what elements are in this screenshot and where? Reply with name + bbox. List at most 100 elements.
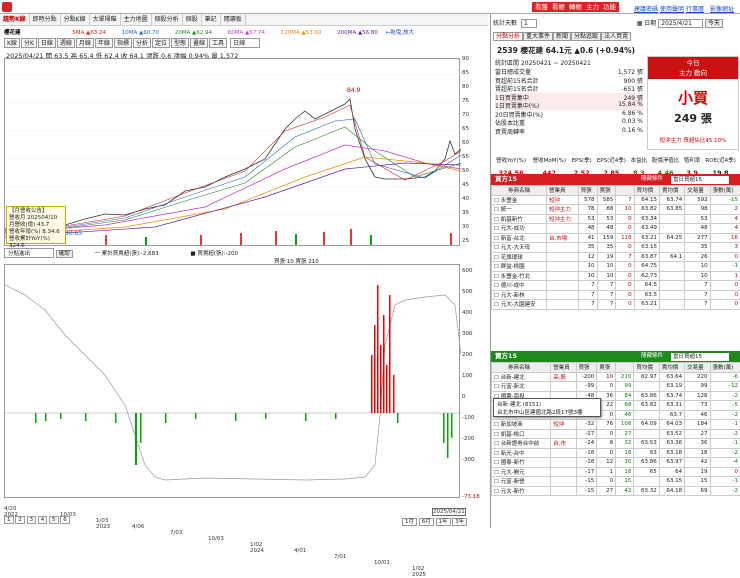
- tool-mk[interactable]: 分K: [21, 38, 37, 48]
- menu-item-notes[interactable]: 筆記: [202, 14, 221, 26]
- table-row[interactable]: ☐ 凱基-桃口-2702763.5227-2: [492, 429, 740, 439]
- tool-analysis[interactable]: 分析: [133, 38, 151, 48]
- table-row[interactable]: ☐ 凱基新竹短沖主力5353063.34534: [492, 214, 740, 224]
- row-checkbox[interactable]: ☐: [494, 470, 501, 476]
- table-row[interactable]: ☐ 元大-成功4848063.49484: [492, 224, 740, 234]
- col-volume[interactable]: 交易量: [685, 363, 710, 373]
- days-select[interactable]: 1: [521, 19, 537, 28]
- menu-item-branch[interactable]: 即時分點: [30, 14, 61, 26]
- col-agent[interactable]: 營業員: [551, 363, 576, 373]
- table-row[interactable]: ☐ 統一短沖主力78881063.8263.85982: [492, 205, 740, 215]
- row-checkbox[interactable]: ☐: [494, 479, 501, 485]
- tab-branch-analysis[interactable]: 分點分析: [493, 32, 523, 41]
- link-calendar[interactable]: 行事曆: [686, 4, 704, 13]
- tab-branch-track[interactable]: 分點追蹤: [571, 32, 601, 41]
- table-row[interactable]: ☐ 永豐金短沖578585764.1563.74592-15: [492, 195, 740, 205]
- menu-item-map[interactable]: 主力地圖: [121, 14, 152, 26]
- row-checkbox[interactable]: ☐: [494, 217, 501, 223]
- sub-selector[interactable]: 分點進出: [4, 248, 54, 258]
- table-row[interactable]: ☐ 群益-桃園1010064.7510-1: [492, 262, 740, 272]
- table-row[interactable]: ☐ 元大-開元-171186564190: [492, 467, 740, 477]
- row-checkbox[interactable]: ☐: [494, 245, 501, 251]
- col-sellavg[interactable]: 賣均價: [659, 363, 684, 373]
- menu-item-reading[interactable]: 閱讀板: [221, 14, 246, 26]
- col-buy[interactable]: 買張: [578, 186, 597, 196]
- col-agent[interactable]: 營業員: [546, 186, 578, 196]
- link-statement[interactable]: 使用聲明: [660, 4, 684, 13]
- col-broker[interactable]: 券商名稱: [492, 363, 551, 373]
- price-chart[interactable]: 84.9 30.65: [4, 58, 460, 246]
- row-checkbox[interactable]: ☐: [494, 255, 501, 261]
- row-checkbox[interactable]: ☐: [494, 441, 501, 447]
- col-volume[interactable]: 交易量: [685, 186, 710, 196]
- row-checkbox[interactable]: ☐: [494, 274, 501, 280]
- table-row[interactable]: ☐ 元大-大天母3535063.15353: [492, 243, 740, 253]
- table-row[interactable]: ☐ 花旗環球1219763.8764.1260: [492, 252, 740, 262]
- row-checkbox[interactable]: ☐: [494, 207, 501, 213]
- row-checkbox[interactable]: ☐: [494, 236, 501, 242]
- page-5[interactable]: 5: [49, 516, 59, 524]
- branch-chart[interactable]: [4, 264, 460, 498]
- range-1m[interactable]: 1月: [402, 518, 417, 526]
- tool-draw[interactable]: 畫線: [190, 38, 208, 48]
- row-checkbox[interactable]: ☐: [494, 375, 501, 381]
- tool-month[interactable]: 月線: [76, 38, 94, 48]
- col-buyavg[interactable]: 買均價: [634, 186, 659, 196]
- table-row[interactable]: ☐ 台新-建北高,股-2001021062.9763.64220-6: [492, 372, 740, 382]
- col-sell[interactable]: 賣張: [597, 363, 616, 373]
- menu-item-analysis[interactable]: 個股分析: [152, 14, 183, 26]
- row-checkbox[interactable]: ☐: [494, 432, 501, 438]
- tool-locate[interactable]: 定位: [152, 38, 170, 48]
- table-row[interactable]: ☐ 元大-新林77063.570: [492, 290, 740, 300]
- buy-filter-select[interactable]: 當日買超15: [671, 176, 729, 184]
- tool-indicator[interactable]: 指標: [114, 38, 132, 48]
- table-row[interactable]: ☐ 永豐金-竹北1010062.73101: [492, 271, 740, 281]
- tab-news[interactable]: 新聞: [553, 32, 571, 41]
- col-net[interactable]: [616, 363, 634, 373]
- row-checkbox[interactable]: ☐: [494, 422, 501, 428]
- table-row[interactable]: ☐ 元富-新營-1501563.1515-1: [492, 477, 740, 487]
- table-row[interactable]: ☐ 元大-大園建安77063.2170: [492, 300, 740, 310]
- menu-item-bigorder[interactable]: 大單掃瞄: [90, 14, 121, 26]
- confirm-button[interactable]: 確認: [56, 250, 73, 258]
- calendar-icon[interactable]: ▦: [637, 20, 643, 27]
- row-checkbox[interactable]: ☐: [494, 226, 501, 232]
- page-2[interactable]: 2: [15, 516, 25, 524]
- row-checkbox[interactable]: ☐: [494, 198, 501, 204]
- table-row[interactable]: ☐ 元富-新北-9909963.1999-12: [492, 382, 740, 392]
- col-net[interactable]: [616, 186, 634, 196]
- page-6[interactable]: 6: [60, 516, 70, 524]
- col-sell[interactable]: 賣張: [597, 186, 616, 196]
- today-button[interactable]: 今天: [705, 19, 723, 28]
- page-1[interactable]: 1: [4, 516, 14, 524]
- page-3[interactable]: 3: [27, 516, 37, 524]
- tool-week[interactable]: 週線: [57, 38, 75, 48]
- tool-tools[interactable]: 工具: [209, 38, 227, 48]
- function-button[interactable]: 功能: [600, 2, 619, 12]
- date-input[interactable]: 2025/4/21: [658, 19, 703, 28]
- row-checkbox[interactable]: ☐: [494, 283, 501, 289]
- row-checkbox[interactable]: ☐: [494, 384, 501, 390]
- range-1y[interactable]: 1年: [436, 518, 451, 526]
- page-4[interactable]: 4: [38, 516, 48, 524]
- menu-item-branch-k[interactable]: 分點K線: [61, 14, 90, 26]
- link-image[interactable]: 影像網址: [710, 4, 734, 13]
- range-6m[interactable]: 6月: [419, 518, 434, 526]
- col-lots[interactable]: 張數(萬): [710, 363, 740, 373]
- tool-k[interactable]: K線: [4, 38, 20, 48]
- menu-item-stock[interactable]: 個股: [183, 14, 202, 26]
- table-row[interactable]: ☐ 台新證券台中前台,市-2483263.5363.3636-1: [492, 439, 740, 449]
- tab-events[interactable]: 重大事件: [523, 32, 553, 41]
- tool-pattern[interactable]: 型態: [171, 38, 189, 48]
- col-sellavg[interactable]: 賣均價: [659, 186, 684, 196]
- row-checkbox[interactable]: ☐: [494, 293, 501, 299]
- table-row[interactable]: ☐ 新光-台中-180186363.1818-2: [492, 448, 740, 458]
- row-checkbox[interactable]: ☐: [494, 302, 501, 308]
- range-3y[interactable]: 3年: [452, 518, 467, 526]
- menu-item-trend[interactable]: 趨勢K線: [0, 14, 30, 26]
- sell-filter-select[interactable]: 當日買超15: [671, 353, 729, 361]
- tool-year[interactable]: 年線: [95, 38, 113, 48]
- table-row[interactable]: ☐ 國泰-新竹-18123063.8663.9742-4: [492, 458, 740, 468]
- col-lots[interactable]: 張數(萬): [710, 186, 740, 196]
- col-buy[interactable]: 買張: [576, 363, 597, 373]
